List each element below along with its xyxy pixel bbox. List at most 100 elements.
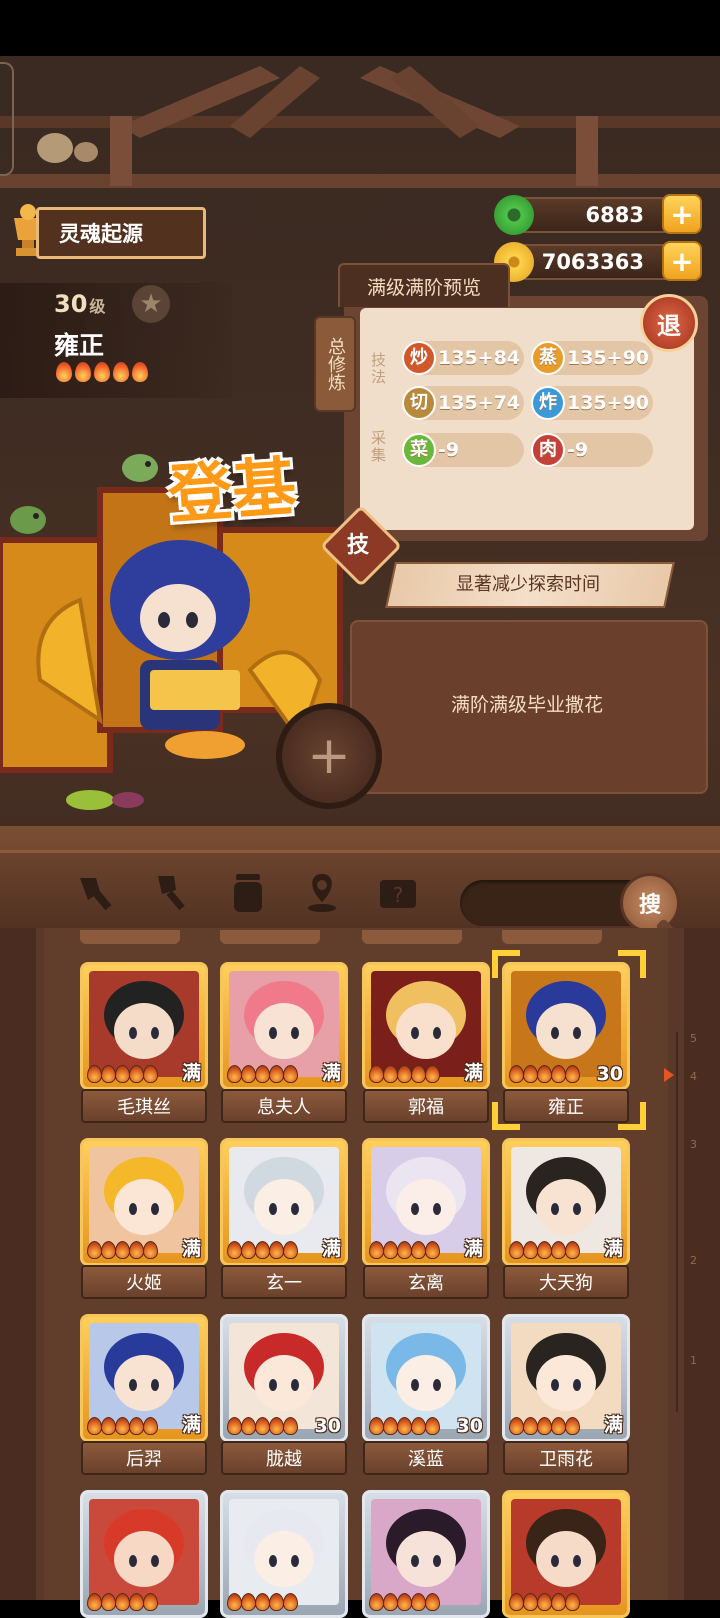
total-cultivation-tag[interactable]: 总修炼 bbox=[314, 316, 356, 412]
flame-icon bbox=[397, 1417, 412, 1435]
hero-card-name: 玄一 bbox=[221, 1265, 347, 1299]
hero-card[interactable]: 满 bbox=[80, 1138, 208, 1266]
flame-icon bbox=[129, 1065, 144, 1083]
flame-icon bbox=[132, 362, 148, 382]
card-status-badge: 30 bbox=[456, 1415, 483, 1437]
card-status-badge: 满 bbox=[181, 1414, 201, 1436]
flame-icon bbox=[129, 1417, 144, 1435]
flame-icon bbox=[283, 1593, 298, 1611]
card-star-rating bbox=[505, 1589, 627, 1615]
flame-icon bbox=[383, 1065, 398, 1083]
spade-filter-icon[interactable] bbox=[150, 870, 194, 914]
cut-name-plate bbox=[220, 930, 320, 944]
cut-icon: 切 bbox=[402, 386, 436, 420]
hero-card[interactable]: 满 bbox=[362, 1138, 490, 1266]
shovel-filter-icon[interactable] bbox=[74, 870, 118, 914]
flame-icon bbox=[255, 1593, 270, 1611]
card-star-rating bbox=[83, 1589, 205, 1615]
flame-icon bbox=[227, 1593, 242, 1611]
add-button[interactable]: + bbox=[276, 703, 382, 809]
card-status-badge: 30 bbox=[314, 1415, 341, 1437]
hero-card-name: 后羿 bbox=[81, 1441, 207, 1475]
cut-name-plate bbox=[80, 930, 180, 944]
flame-icon bbox=[411, 1065, 426, 1083]
card-status-badge: 满 bbox=[603, 1414, 623, 1436]
hero-name: 雍正 bbox=[54, 331, 105, 360]
note-text: 满阶满级毕业撒花 bbox=[450, 694, 603, 716]
cut-name-plate bbox=[502, 930, 602, 944]
deep-fry-icon: 炸 bbox=[531, 386, 565, 420]
selection-corner bbox=[492, 1102, 520, 1130]
flame-icon bbox=[565, 1417, 580, 1435]
hero-card[interactable] bbox=[502, 1490, 630, 1618]
side-handle[interactable] bbox=[0, 62, 14, 176]
flame-icon bbox=[269, 1065, 284, 1083]
flame-icon bbox=[129, 1593, 144, 1611]
flame-icon bbox=[101, 1417, 116, 1435]
star-icon[interactable]: ★ bbox=[132, 285, 170, 323]
card-star-rating bbox=[223, 1589, 345, 1615]
flame-icon bbox=[509, 1065, 524, 1083]
selection-corner bbox=[618, 1102, 646, 1130]
flame-icon bbox=[56, 362, 72, 382]
hero-card[interactable]: 30 bbox=[502, 962, 630, 1090]
hero-card[interactable] bbox=[80, 1490, 208, 1618]
hero-card[interactable]: 满 bbox=[220, 962, 348, 1090]
mystery-filter-icon[interactable]: ? bbox=[376, 870, 420, 914]
add-jade-button[interactable]: + bbox=[662, 194, 702, 234]
jade-icon bbox=[494, 195, 534, 235]
flame-icon bbox=[241, 1241, 256, 1259]
page-title: 灵魂起源 bbox=[59, 222, 143, 246]
flame-icon bbox=[397, 1593, 412, 1611]
hero-card[interactable] bbox=[220, 1490, 348, 1618]
flame-icon bbox=[369, 1241, 384, 1259]
add-coin-button[interactable]: + bbox=[662, 241, 702, 281]
flame-icon bbox=[283, 1417, 298, 1435]
svg-text:?: ? bbox=[393, 883, 404, 907]
flame-icon bbox=[227, 1417, 242, 1435]
tab-max-preview[interactable]: 满级满阶预览 bbox=[338, 263, 510, 307]
flame-icon bbox=[523, 1593, 538, 1611]
card-status-badge: 满 bbox=[321, 1062, 341, 1084]
stat-cut: 切 135+74 bbox=[402, 386, 524, 420]
stat-steam: 蒸 135+90 bbox=[531, 341, 653, 375]
hero-card[interactable]: 满 bbox=[502, 1138, 630, 1266]
card-status-badge: 满 bbox=[181, 1062, 201, 1084]
hero-card[interactable]: 30 bbox=[220, 1314, 348, 1442]
scroll-ruler[interactable]: 5 4 3 2 1 bbox=[676, 1032, 698, 1412]
flame-icon bbox=[383, 1593, 398, 1611]
flame-icon bbox=[283, 1065, 298, 1083]
hero-level: 30 级 bbox=[54, 290, 106, 318]
flame-icon bbox=[115, 1593, 130, 1611]
flame-icon bbox=[369, 1065, 384, 1083]
hero-card[interactable]: 满 bbox=[80, 962, 208, 1090]
stir-fry-icon: 炒 bbox=[402, 341, 436, 375]
flame-icon bbox=[143, 1417, 158, 1435]
flame-icon bbox=[537, 1241, 552, 1259]
flame-icon bbox=[537, 1593, 552, 1611]
exit-button[interactable]: 退 bbox=[640, 294, 698, 352]
location-filter-icon[interactable] bbox=[300, 870, 344, 914]
flame-icon bbox=[537, 1065, 552, 1083]
hero-card[interactable]: 满 bbox=[220, 1138, 348, 1266]
flame-icon bbox=[241, 1593, 256, 1611]
flame-icon bbox=[425, 1241, 440, 1259]
skill-badge[interactable]: 技 bbox=[332, 517, 384, 569]
jar-filter-icon[interactable] bbox=[226, 870, 270, 914]
hero-card-name: 息夫人 bbox=[221, 1089, 347, 1123]
flame-icon bbox=[101, 1241, 116, 1259]
hero-card-name: 玄离 bbox=[363, 1265, 489, 1299]
hero-card[interactable] bbox=[362, 1490, 490, 1618]
hero-card[interactable]: 满 bbox=[502, 1314, 630, 1442]
flame-icon bbox=[369, 1417, 384, 1435]
flame-icon bbox=[411, 1241, 426, 1259]
hero-card-name: 雍正 bbox=[503, 1089, 629, 1123]
hero-card[interactable]: 30 bbox=[362, 1314, 490, 1442]
flame-icon bbox=[369, 1593, 384, 1611]
hero-card-name: 胧越 bbox=[221, 1441, 347, 1475]
search-button[interactable]: 搜 bbox=[620, 873, 680, 933]
hero-card[interactable]: 满 bbox=[362, 962, 490, 1090]
flame-icon bbox=[87, 1065, 102, 1083]
flame-icon bbox=[425, 1065, 440, 1083]
hero-card[interactable]: 满 bbox=[80, 1314, 208, 1442]
